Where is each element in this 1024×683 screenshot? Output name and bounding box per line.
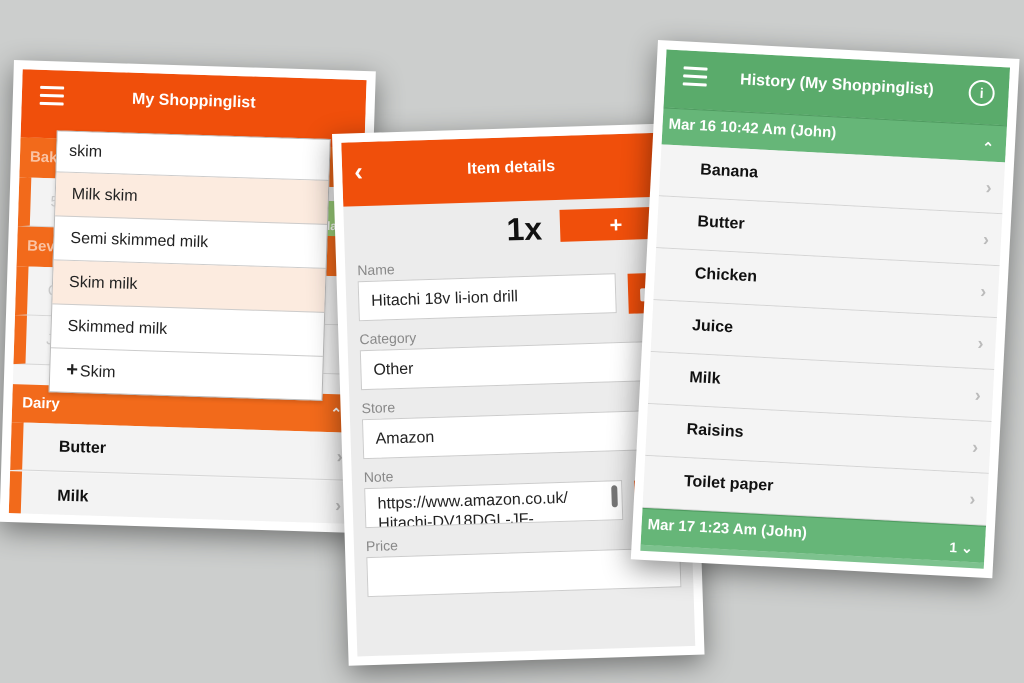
- chevron-right-icon: ›: [968, 488, 976, 510]
- page-title: My Shoppinglist: [131, 90, 256, 112]
- shopping-list-screenshot: My Shoppinglist Bakery 5x Toast bread As…: [0, 60, 376, 534]
- chevron-right-icon: ›: [985, 177, 993, 198]
- item-label: Banana: [699, 161, 759, 182]
- item-label: Butter: [58, 438, 107, 458]
- history-screenshot: History (My Shoppinglist) i Mar 16 10:42…: [630, 40, 1020, 579]
- name-input[interactable]: Hitachi 18v li-ion drill: [357, 273, 617, 322]
- item-label: Butter: [697, 213, 746, 233]
- chevron-right-icon: ›: [982, 229, 990, 250]
- chevron-right-icon: ›: [977, 333, 985, 354]
- history-screen: History (My Shoppinglist) i Mar 16 10:42…: [640, 49, 1011, 569]
- chevron-right-icon: ›: [334, 495, 342, 516]
- page-title: Item details: [466, 158, 556, 178]
- item-label: Raisins: [686, 421, 744, 442]
- chevron-down-icon: ⌄: [960, 539, 974, 557]
- item-label: Milk: [688, 369, 721, 388]
- scrollbar[interactable]: [611, 485, 618, 508]
- group-label: Mar 17 1:23 Am (John): [647, 516, 808, 542]
- chevron-up-icon: ⌃: [981, 139, 995, 156]
- page-title: History (My Shoppinglist): [739, 71, 935, 99]
- add-new-label: Skim: [79, 363, 116, 382]
- plus-icon: +: [65, 358, 79, 382]
- store-input[interactable]: Amazon: [361, 409, 678, 460]
- item-label: Juice: [691, 317, 734, 337]
- name-field: Name Hitachi 18v li-ion drill: [345, 252, 685, 322]
- group-count-toggle: 1 ⌄: [949, 531, 974, 564]
- shopping-list-screen: My Shoppinglist Bakery 5x Toast bread As…: [8, 69, 367, 524]
- item-label: Milk: [57, 487, 89, 506]
- app-header: ‹ Item details: [341, 132, 682, 207]
- category-field: Category Other: [347, 321, 687, 391]
- quantity-value: 1x: [505, 210, 543, 248]
- note-label: Note: [363, 468, 394, 486]
- chevron-right-icon: ›: [974, 385, 982, 406]
- note-textarea[interactable]: https://www.amazon.co.uk/ Hitachi-DV18DG…: [364, 480, 624, 529]
- chevron-right-icon: ›: [979, 281, 987, 302]
- autocomplete-dropdown: skim Milk skim Semi skimmed milk Skim mi…: [48, 130, 331, 401]
- group-count: 1: [949, 538, 958, 556]
- category-input[interactable]: Other: [359, 340, 675, 391]
- chevron-right-icon: ›: [971, 437, 979, 458]
- add-new-item-button[interactable]: +Skim: [50, 348, 323, 400]
- item-label: Chicken: [694, 265, 758, 286]
- item-label: Toilet paper: [683, 472, 774, 495]
- group-label: Mar 16 10:42 Am (John): [668, 115, 837, 142]
- category-label: Dairy: [21, 394, 61, 413]
